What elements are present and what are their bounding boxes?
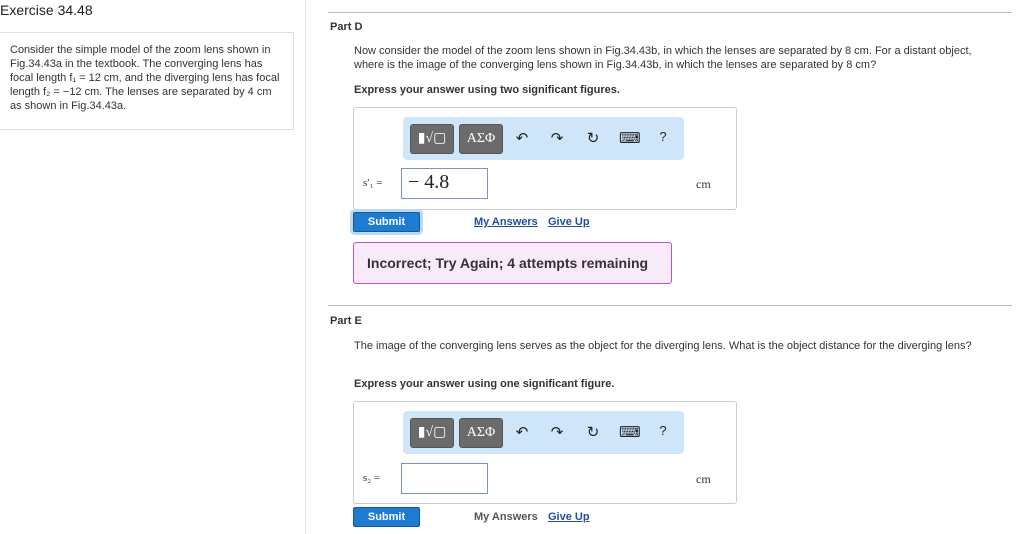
help-icon[interactable]: ? <box>654 129 672 144</box>
reset-icon[interactable]: ↻ <box>584 129 602 147</box>
part-e-answer-box: ▮√▢ ΑΣΦ ↶ ↷ ↻ ⌨ ? s₂ = cm <box>353 401 737 504</box>
answer-input[interactable]: − 4.8 <box>401 168 488 199</box>
greek-symbols-button[interactable]: ΑΣΦ <box>459 418 503 448</box>
feedback-message: Incorrect; Try Again; 4 attempts remaini… <box>353 242 672 284</box>
divider <box>305 0 306 534</box>
answer-input[interactable] <box>401 463 488 494</box>
part-e-instruction: Express your answer using one significan… <box>354 378 615 390</box>
part-e-label: Part E <box>330 315 362 327</box>
variable-label: s′₁ = <box>363 177 383 189</box>
math-toolbar: ▮√▢ ΑΣΦ ↶ ↷ ↻ ⌨ ? <box>403 117 684 160</box>
give-up-link[interactable]: Give Up <box>548 216 590 228</box>
submit-button[interactable]: Submit <box>353 507 420 527</box>
undo-icon[interactable]: ↶ <box>513 423 531 441</box>
part-e-question: The image of the converging lens serves … <box>354 340 972 352</box>
give-up-link[interactable]: Give Up <box>548 511 590 523</box>
my-answers-link[interactable]: My Answers <box>474 216 538 228</box>
undo-icon[interactable]: ↶ <box>513 129 531 147</box>
greek-symbols-button[interactable]: ΑΣΦ <box>459 124 503 154</box>
part-d-answer-box: ▮√▢ ΑΣΦ ↶ ↷ ↻ ⌨ ? s′₁ = − 4.8 cm <box>353 107 737 210</box>
problem-statement: Consider the simple model of the zoom le… <box>0 32 294 130</box>
unit-label: cm <box>696 472 711 486</box>
math-toolbar: ▮√▢ ΑΣΦ ↶ ↷ ↻ ⌨ ? <box>403 411 684 454</box>
part-d-instruction: Express your answer using two significan… <box>354 84 620 96</box>
divider <box>328 12 1012 13</box>
redo-icon[interactable]: ↷ <box>548 129 566 147</box>
my-answers-link[interactable]: My Answers <box>474 511 538 523</box>
unit-label: cm <box>696 177 711 191</box>
part-d-question: Now consider the model of the zoom lens … <box>354 45 972 71</box>
keyboard-icon[interactable]: ⌨ <box>619 423 641 441</box>
submit-button[interactable]: Submit <box>353 212 420 232</box>
help-icon[interactable]: ? <box>654 423 672 438</box>
templates-button[interactable]: ▮√▢ <box>410 418 454 448</box>
templates-button[interactable]: ▮√▢ <box>410 124 454 154</box>
part-d-label: Part D <box>330 21 363 33</box>
variable-label: s₂ = <box>363 472 381 484</box>
reset-icon[interactable]: ↻ <box>584 423 602 441</box>
divider <box>328 305 1012 306</box>
redo-icon[interactable]: ↷ <box>548 423 566 441</box>
keyboard-icon[interactable]: ⌨ <box>619 129 641 147</box>
exercise-title: Exercise 34.48 <box>0 2 93 18</box>
